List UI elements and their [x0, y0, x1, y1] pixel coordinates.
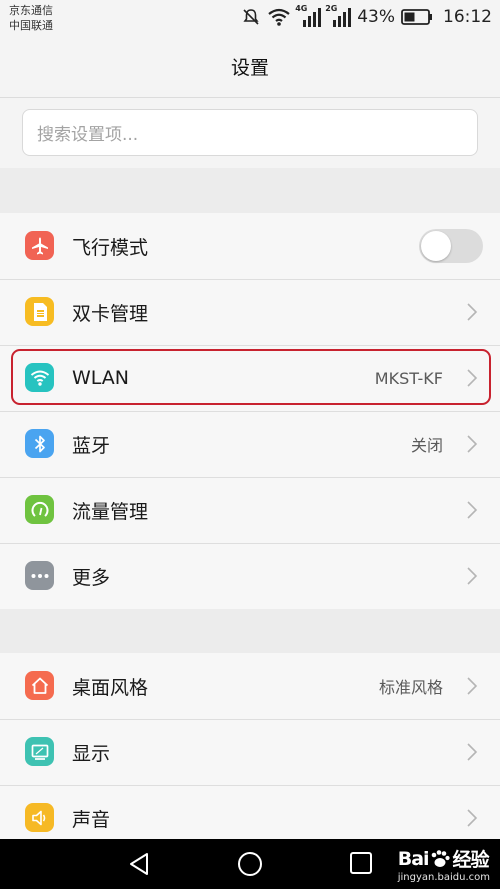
- battery-percent: 43%: [357, 7, 395, 27]
- mute-icon: [243, 9, 259, 25]
- sound-icon: [25, 803, 54, 832]
- watermark-url: jingyan.baidu.com: [397, 872, 490, 883]
- settings-item-more[interactable]: 更多: [0, 543, 500, 609]
- sim-card-icon: [25, 297, 54, 326]
- status-icons: 4G 2G 43% 16:12: [241, 4, 492, 28]
- airplane-mode-toggle[interactable]: [419, 229, 483, 263]
- chevron-right-icon: [467, 501, 478, 519]
- chevron-right-icon: [467, 369, 478, 387]
- display-label: 显示: [72, 742, 111, 765]
- bluetooth-value: 关闭: [410, 436, 443, 455]
- settings-group-display: 桌面风格 标准风格 显示 声音: [0, 653, 500, 839]
- more-label: 更多: [72, 566, 111, 589]
- search-input[interactable]: 搜索设置项...: [22, 109, 478, 156]
- settings-item-airplane-mode[interactable]: 飞行模式: [0, 213, 500, 279]
- dual-sim-label: 双卡管理: [72, 302, 149, 325]
- carrier-info: 京东通信 中国联通: [9, 3, 53, 33]
- net-4g-label: 4G: [295, 4, 308, 13]
- settings-group-connectivity: 飞行模式 双卡管理 WLAN MKST-KF 蓝牙 关闭 流量管理 更多: [0, 213, 500, 609]
- settings-item-dual-sim[interactable]: 双卡管理: [0, 279, 500, 345]
- settings-item-display[interactable]: 显示: [0, 719, 500, 785]
- watermark-brand: Bai: [397, 847, 430, 870]
- status-bar: 京东通信 中国联通 4G 2G 43% 16:12: [0, 0, 500, 36]
- back-icon[interactable]: [127, 851, 153, 877]
- airplane-icon: [25, 231, 54, 260]
- settings-item-bluetooth[interactable]: 蓝牙 关闭: [0, 411, 500, 477]
- header: 设置: [0, 36, 500, 98]
- watermark-brand-2: 经验: [452, 849, 490, 871]
- signal-4g: 4G: [295, 4, 322, 28]
- bluetooth-label: 蓝牙: [72, 434, 111, 457]
- settings-item-wlan[interactable]: WLAN MKST-KF: [0, 345, 500, 411]
- battery-icon: [401, 9, 432, 25]
- airplane-mode-label: 飞行模式: [72, 236, 149, 259]
- page-title: 设置: [230, 57, 269, 79]
- display-icon: [25, 737, 54, 766]
- bluetooth-icon: [25, 429, 54, 458]
- chevron-right-icon: [467, 303, 478, 321]
- chevron-right-icon: [467, 567, 478, 585]
- carrier-2: 中国联通: [9, 19, 53, 32]
- home-style-value: 标准风格: [378, 678, 443, 697]
- wlan-label: WLAN: [72, 367, 130, 389]
- more-icon: [25, 561, 54, 590]
- chevron-right-icon: [467, 743, 478, 761]
- navigation-bar: Bai 经验 jingyan.baidu.com: [0, 839, 500, 889]
- data-usage-label: 流量管理: [72, 500, 149, 523]
- data-usage-icon: [25, 495, 54, 524]
- chevron-right-icon: [467, 435, 478, 453]
- home-style-label: 桌面风格: [72, 676, 149, 699]
- signal-2g: 2G: [325, 4, 352, 28]
- wlan-value: MKST-KF: [374, 368, 443, 388]
- sound-label: 声音: [72, 808, 111, 831]
- settings-item-sound[interactable]: 声音: [0, 785, 500, 839]
- toggle-knob: [421, 231, 451, 261]
- chevron-right-icon: [467, 677, 478, 695]
- net-2g-label: 2G: [325, 4, 338, 13]
- wifi-icon: [25, 363, 54, 392]
- home-button-icon[interactable]: [237, 851, 263, 877]
- chevron-right-icon: [467, 809, 478, 827]
- home-icon: [25, 671, 54, 700]
- search-area: 搜索设置项...: [0, 98, 500, 168]
- carrier-1: 京东通信: [9, 4, 53, 17]
- wifi-status-icon: [268, 8, 290, 26]
- settings-item-data-usage[interactable]: 流量管理: [0, 477, 500, 543]
- section-divider: [0, 168, 500, 213]
- baidu-watermark: Bai 经验 jingyan.baidu.com: [397, 845, 490, 884]
- clock: 16:12: [443, 7, 492, 27]
- section-divider: [0, 609, 500, 653]
- settings-item-home-style[interactable]: 桌面风格 标准风格: [0, 653, 500, 719]
- paw-icon: [431, 849, 450, 867]
- recent-apps-icon[interactable]: [349, 851, 373, 875]
